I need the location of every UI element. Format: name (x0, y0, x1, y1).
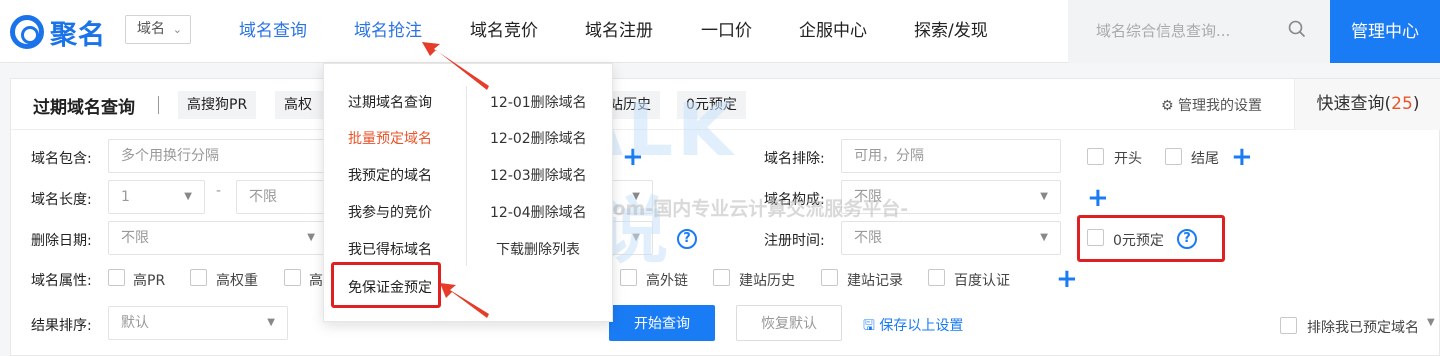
annotation-arrows (422, 42, 489, 318)
arrow-to-nav (422, 42, 489, 90)
arrow-to-menu-item (440, 283, 489, 318)
